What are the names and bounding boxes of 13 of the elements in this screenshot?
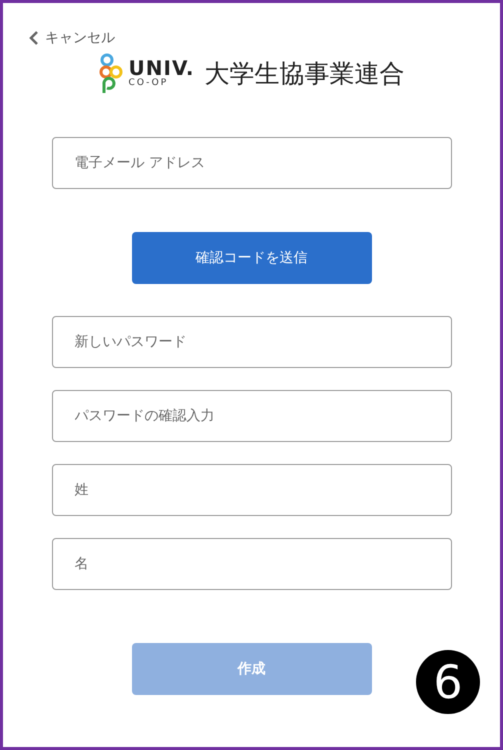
input-field[interactable]: 姓 — [52, 464, 452, 516]
organization-name: 大学生協事業連合 — [204, 58, 404, 90]
chevron-left-icon — [29, 31, 39, 45]
input-field[interactable]: 新しいパスワード — [52, 316, 452, 368]
input-field[interactable]: パスワードの確認入力 — [52, 390, 452, 442]
send-code-button[interactable]: 確認コードを送信 — [132, 232, 372, 284]
logo-wordmark: UNIV. — [128, 58, 194, 78]
step-badge: 6 — [416, 650, 480, 714]
rings-icon — [98, 53, 123, 93]
email-field[interactable]: 電子メール アドレス — [52, 137, 452, 189]
logo-subline: CO-OP — [128, 79, 170, 88]
input-field[interactable]: 名 — [52, 538, 452, 590]
cancel-link[interactable]: キャンセル — [29, 29, 115, 47]
